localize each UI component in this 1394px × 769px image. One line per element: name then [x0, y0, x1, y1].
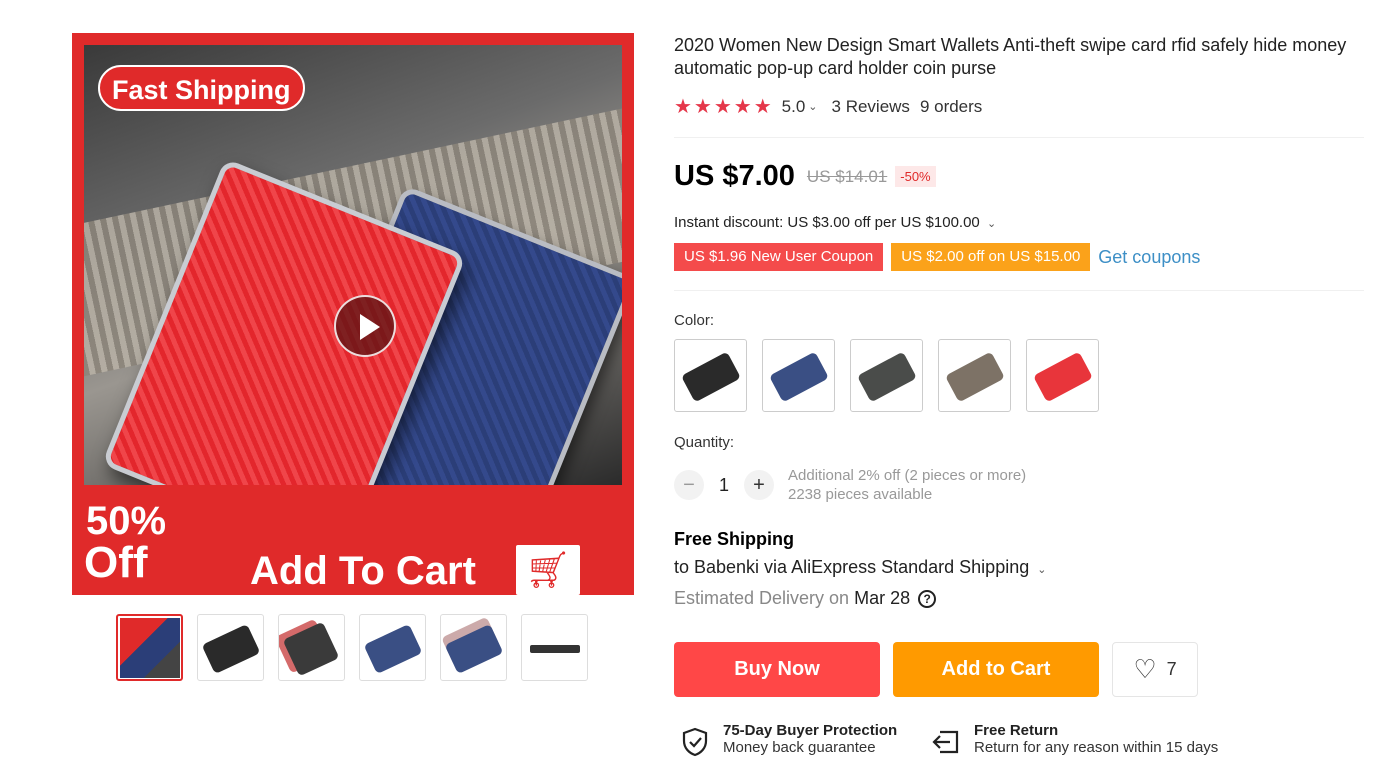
- protection-title: 75-Day Buyer Protection: [723, 722, 898, 739]
- free-return: Free Return Return for any reason within…: [930, 722, 1218, 758]
- thumbnail-1[interactable]: [116, 614, 183, 681]
- divider: [674, 137, 1364, 138]
- discount-banner: 50% Off: [72, 485, 222, 595]
- chevron-down-icon: ⌄: [1037, 564, 1047, 576]
- get-coupons-link[interactable]: Get coupons: [1098, 247, 1200, 268]
- estimated-delivery-date: Mar 28: [854, 588, 911, 608]
- discount-percent: 50%: [86, 499, 167, 543]
- product-photo: Fast Shipping: [84, 45, 622, 485]
- color-label: Color:: [674, 312, 715, 329]
- play-icon: [360, 314, 380, 340]
- swatch-color: [857, 351, 917, 403]
- thumbnail-3[interactable]: [278, 614, 345, 681]
- return-icon: [932, 730, 959, 754]
- shipping-method-text: to Babenki via AliExpress Standard Shipp…: [674, 557, 1030, 577]
- free-shipping-title: Free Shipping: [674, 529, 795, 549]
- buy-now-button[interactable]: Buy Now: [674, 642, 880, 697]
- shopping-cart-icon: 🛒︎: [516, 545, 580, 595]
- rating-value[interactable]: 5.0: [782, 97, 806, 117]
- store-coupon[interactable]: US $2.00 off on US $15.00: [891, 243, 1091, 271]
- shield-check-icon: [682, 727, 708, 757]
- divider: [674, 290, 1364, 291]
- star-rating-icon: ★★★★★: [674, 96, 774, 118]
- return-subtitle: Return for any reason within 15 days: [974, 739, 1219, 756]
- coupon-row: US $1.96 New User Coupon US $2.00 off on…: [674, 243, 1200, 271]
- swatch-color: [681, 351, 741, 403]
- protection-subtitle: Money back guarantee: [723, 739, 876, 756]
- help-icon[interactable]: ?: [918, 589, 937, 608]
- return-title: Free Return: [974, 722, 1059, 739]
- instant-discount[interactable]: Instant discount: US $3.00 off per US $1…: [674, 214, 996, 231]
- pieces-available-text: 2238 pieces available: [788, 486, 933, 503]
- quantity-decrease-button[interactable]: −: [674, 470, 704, 500]
- reviews-link[interactable]: 3 Reviews: [832, 97, 910, 117]
- quantity-info: Additional 2% off (2 pieces or more) 223…: [788, 466, 1026, 504]
- original-price: US $14.01: [806, 166, 888, 186]
- new-user-coupon[interactable]: US $1.96 New User Coupon: [674, 243, 884, 271]
- quantity-label: Quantity:: [674, 434, 735, 451]
- wishlist-button[interactable]: ♡ 7: [1112, 642, 1198, 697]
- quantity-value[interactable]: 1: [704, 475, 744, 496]
- color-option-gray[interactable]: [850, 339, 923, 412]
- color-option-red[interactable]: [1026, 339, 1099, 412]
- fast-shipping-badge: Fast Shipping: [98, 65, 305, 111]
- main-product-image[interactable]: Fast Shipping 50% Off Add To Cart 🛒︎: [72, 33, 634, 595]
- thumbnail-6[interactable]: [521, 614, 588, 681]
- heart-icon: ♡: [1133, 654, 1157, 684]
- shipping-method[interactable]: to Babenki via AliExpress Standard Shipp…: [674, 557, 1046, 578]
- play-video-button[interactable]: [334, 295, 396, 357]
- discount-off-word: Off: [84, 538, 148, 587]
- swatch-color: [1033, 351, 1093, 403]
- thumbnail-strip: [116, 614, 588, 681]
- add-to-cart-banner-text: Add To Cart: [250, 549, 476, 593]
- wishlist-count: 7: [1166, 659, 1177, 679]
- color-option-brown[interactable]: [938, 339, 1011, 412]
- buyer-protection: 75-Day Buyer Protection Money back guara…: [679, 722, 897, 758]
- additional-discount-text: Additional 2% off (2 pieces or more): [788, 467, 1027, 484]
- discount-badge: -50%: [895, 166, 936, 187]
- current-price: US $7.00: [674, 160, 795, 192]
- estimated-delivery-label: Estimated Delivery on: [674, 588, 850, 608]
- thumbnail-4[interactable]: [359, 614, 426, 681]
- thumbnail-5[interactable]: [440, 614, 507, 681]
- swatch-color: [769, 351, 829, 403]
- chevron-down-icon: ⌄: [986, 218, 997, 230]
- add-to-cart-button[interactable]: Add to Cart: [893, 642, 1099, 697]
- color-option-black[interactable]: [674, 339, 747, 412]
- orders-count: 9 orders: [919, 96, 983, 116]
- chevron-down-icon[interactable]: ⌄: [808, 100, 817, 113]
- swatch-color: [945, 351, 1005, 403]
- product-title: 2020 Women New Design Smart Wallets Anti…: [674, 35, 1347, 78]
- thumbnail-2[interactable]: [197, 614, 264, 681]
- color-option-blue[interactable]: [762, 339, 835, 412]
- quantity-stepper: − 1 + Additional 2% off (2 pieces or mor…: [674, 466, 1026, 504]
- estimated-delivery: Estimated Delivery on Mar 28 ?: [674, 588, 937, 609]
- quantity-increase-button[interactable]: +: [744, 470, 774, 500]
- instant-discount-text: Instant discount: US $3.00 off per US $1…: [674, 214, 980, 231]
- rating-row: ★★★★★ 5.0 ⌄ 3 Reviews 9 orders: [674, 94, 982, 119]
- price-row: US $7.00 US $14.01 -50%: [674, 160, 936, 193]
- color-options: [674, 339, 1099, 412]
